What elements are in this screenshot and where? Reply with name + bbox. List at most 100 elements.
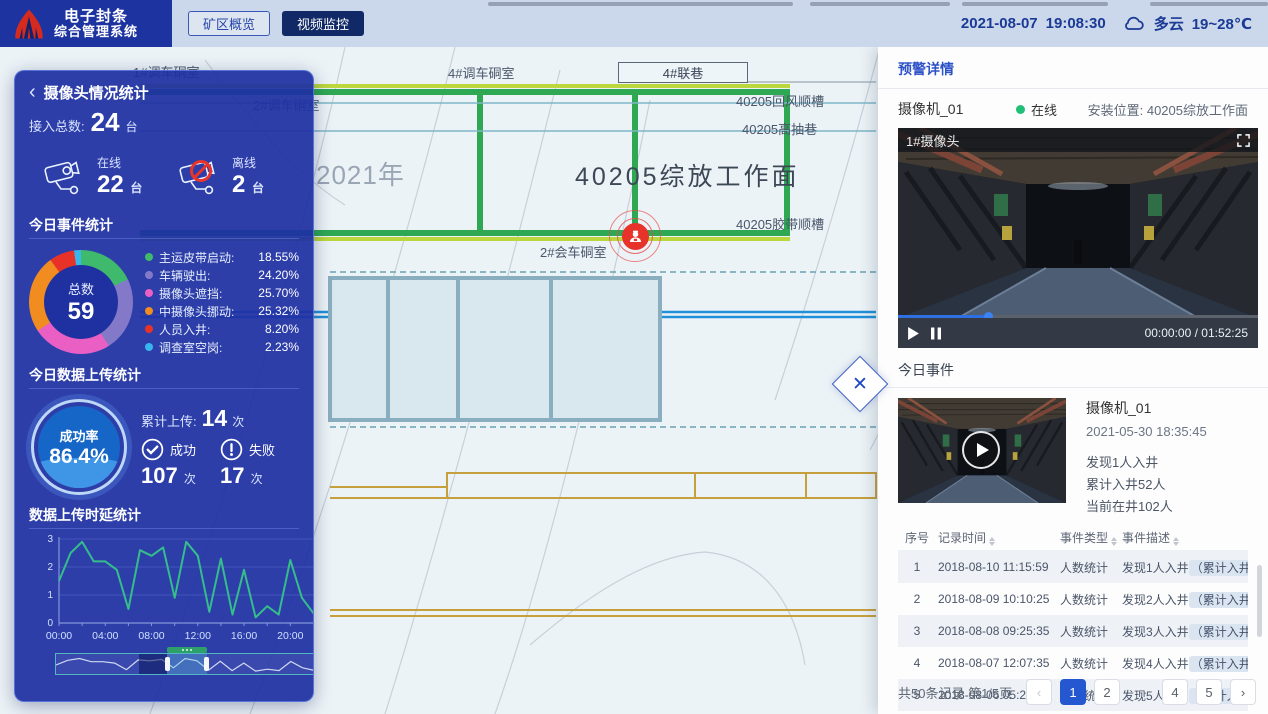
legend-item[interactable]: 中摄像头挪动: 25.32% bbox=[145, 304, 299, 319]
legend-item[interactable]: 人员入井:8.20% bbox=[145, 322, 299, 337]
legend-dot-icon bbox=[145, 307, 153, 315]
y-axis-tick: 1 bbox=[37, 590, 53, 601]
y-axis-tick: 2 bbox=[37, 562, 53, 573]
x-axis-tick: 16:00 bbox=[231, 630, 257, 642]
divider bbox=[878, 88, 1268, 89]
camera-offline-icon bbox=[176, 154, 222, 198]
pager-prev-button[interactable]: ‹ bbox=[1026, 679, 1052, 705]
legend-item[interactable]: 摄像头遮挡:25.70% bbox=[145, 286, 299, 301]
tab-video-monitor[interactable]: 视频监控 bbox=[282, 11, 364, 36]
online-label: 在线 bbox=[97, 154, 142, 171]
app-title-line2: 综合管理系统 bbox=[54, 24, 138, 39]
camera-online-icon bbox=[41, 154, 87, 198]
col-event-desc[interactable]: 事件描述 bbox=[1120, 529, 1248, 546]
desc-highlight-chip: （累计入井52人... bbox=[1189, 656, 1248, 672]
pager-page-button[interactable]: 4 bbox=[1162, 679, 1188, 705]
video-controls: 00:00:00 / 01:52:25 bbox=[898, 318, 1258, 348]
map-label-workface: 40205综放工作面 bbox=[575, 157, 800, 193]
legend-item[interactable]: 调查室空岗:2.23% bbox=[145, 340, 299, 355]
alarm-marker[interactable] bbox=[608, 209, 664, 265]
table-row[interactable]: 22018-08-09 10:10:25人数统计发现2人入井（累计入井52人..… bbox=[898, 583, 1248, 615]
alert-detail-panel: 预警详情 摄像机_01 在线 安装位置: 40205综放工作面 bbox=[878, 47, 1268, 714]
cell-event-desc: 发现4人入井（累计入井52人... bbox=[1120, 655, 1248, 672]
cell-event-type: 人数统计 bbox=[1058, 623, 1120, 640]
datazoom-right-handle[interactable] bbox=[204, 657, 209, 671]
header-right: 2021-08-07 19:08:30 多云 19~28℃ bbox=[961, 13, 1268, 34]
event-datetime: 2021-05-30 18:35:45 bbox=[1086, 424, 1207, 439]
miner-icon bbox=[622, 223, 649, 250]
cell-index: 2 bbox=[898, 592, 936, 606]
event-card: 摄像机_01 2021-05-30 18:35:45 发现1人入井 累计入井52… bbox=[898, 398, 1248, 515]
camera-stats-panel: ‹ 摄像头情况统计 接入总数: 24 台 bbox=[14, 70, 314, 702]
sort-icon[interactable] bbox=[1173, 537, 1179, 546]
sort-icon[interactable] bbox=[1111, 537, 1117, 546]
fullscreen-icon[interactable] bbox=[1237, 134, 1250, 147]
table-row[interactable]: 32018-08-08 09:25:35人数统计发现3人入井（累计入井52人..… bbox=[898, 615, 1248, 647]
table-row[interactable]: 42018-08-07 12:07:35人数统计发现4人入井（累计入井52人..… bbox=[898, 647, 1248, 679]
col-index: 序号 bbox=[898, 529, 936, 546]
legend-item[interactable]: 车辆驶出:24.20% bbox=[145, 268, 299, 283]
video-frame-image bbox=[898, 128, 1258, 318]
legend-label: 调查室空岗: bbox=[159, 339, 222, 356]
pager-page-button[interactable]: 5 bbox=[1196, 679, 1222, 705]
pager-next-button[interactable]: › bbox=[1230, 679, 1256, 705]
camera-location: 安装位置: 40205综放工作面 bbox=[1088, 100, 1248, 119]
weather-condition: 多云 bbox=[1154, 13, 1184, 34]
play-button[interactable] bbox=[908, 327, 919, 340]
app-logo-block: 电子封条 综合管理系统 bbox=[0, 0, 172, 47]
legend-dot-icon bbox=[145, 289, 153, 297]
events-donut-chart: 总数 59 bbox=[29, 250, 133, 354]
col-event-type[interactable]: 事件类型 bbox=[1058, 529, 1120, 546]
access-total-unit: 台 bbox=[126, 118, 138, 135]
pause-button[interactable] bbox=[931, 327, 941, 340]
cell-index: 3 bbox=[898, 624, 936, 638]
app-screen: 1#调车硐室 2#调车硐室 4#调车硐室 4#联巷 40205回风顺槽 4020… bbox=[0, 0, 1268, 714]
alert-detail-title: 预警详情 bbox=[898, 59, 1248, 79]
video-time: 00:00:00 / 01:52:25 bbox=[1145, 326, 1248, 340]
legend-label: 中摄像头挪动: bbox=[159, 303, 234, 320]
map-label-meeting-room: 2#会车硐室 bbox=[540, 242, 606, 261]
upload-section-title: 今日数据上传统计 bbox=[29, 365, 299, 389]
tab-mine-overview[interactable]: 矿区概览 bbox=[188, 11, 270, 36]
cell-record-time: 2018-08-08 09:25:35 bbox=[936, 624, 1058, 638]
offline-unit: 台 bbox=[252, 181, 264, 195]
cumulative-upload-unit: 次 bbox=[232, 413, 244, 430]
success-value: 107 bbox=[141, 463, 178, 488]
collapse-panel-chevron-icon[interactable]: ‹ bbox=[29, 83, 36, 101]
header-road-strip bbox=[488, 2, 793, 6]
sort-icon[interactable] bbox=[989, 537, 995, 546]
access-total-label: 接入总数: bbox=[29, 116, 85, 135]
offline-label: 离线 bbox=[232, 154, 264, 171]
pager-page-button[interactable]: 1 bbox=[1060, 679, 1086, 705]
pager-ellipsis: ··· bbox=[1128, 679, 1154, 705]
close-detail-button[interactable]: ✕ bbox=[831, 355, 889, 413]
offline-camera-stat: 离线 2 台 bbox=[164, 145, 299, 207]
delay-line-chart: 012300:0004:0008:0012:0016:0020:00 bbox=[29, 533, 299, 645]
datazoom-grip[interactable] bbox=[167, 647, 208, 653]
datazoom-window[interactable] bbox=[167, 654, 208, 674]
gauge-value: 86.4% bbox=[49, 445, 109, 469]
chart-datazoom-slider[interactable] bbox=[55, 653, 314, 675]
x-axis-tick: 12:00 bbox=[185, 630, 211, 642]
table-scrollbar[interactable] bbox=[1257, 565, 1262, 637]
x-axis-tick: 08:00 bbox=[138, 630, 164, 642]
event-camera-name: 摄像机_01 bbox=[1086, 398, 1207, 418]
legend-dot-icon bbox=[145, 253, 153, 261]
legend-label: 车辆驶出: bbox=[159, 267, 210, 284]
col-record-time[interactable]: 记录时间 bbox=[936, 529, 1058, 546]
online-camera-stat: 在线 22 台 bbox=[29, 145, 164, 207]
legend-item[interactable]: 主运皮带启动:18.55% bbox=[145, 250, 299, 265]
camera-status: 在线 bbox=[1016, 100, 1057, 119]
pager-page-button[interactable]: 2 bbox=[1094, 679, 1120, 705]
datazoom-left-handle[interactable] bbox=[165, 657, 170, 671]
thumbnail-play-icon[interactable] bbox=[962, 431, 1000, 469]
online-value: 22 bbox=[97, 171, 124, 198]
legend-value: 25.32% bbox=[258, 304, 299, 318]
delay-section-title: 数据上传时延统计 bbox=[29, 505, 299, 529]
header-time: 19:08:30 bbox=[1046, 15, 1106, 32]
event-thumbnail[interactable] bbox=[898, 398, 1066, 503]
map-label-room4: 4#调车硐室 bbox=[448, 63, 514, 82]
table-row[interactable]: 12018-08-10 11:15:59人数统计发现1人入井（累计入井52人..… bbox=[898, 551, 1248, 583]
legend-dot-icon bbox=[145, 343, 153, 351]
event-line-3: 当前在井102人 bbox=[1086, 499, 1207, 515]
